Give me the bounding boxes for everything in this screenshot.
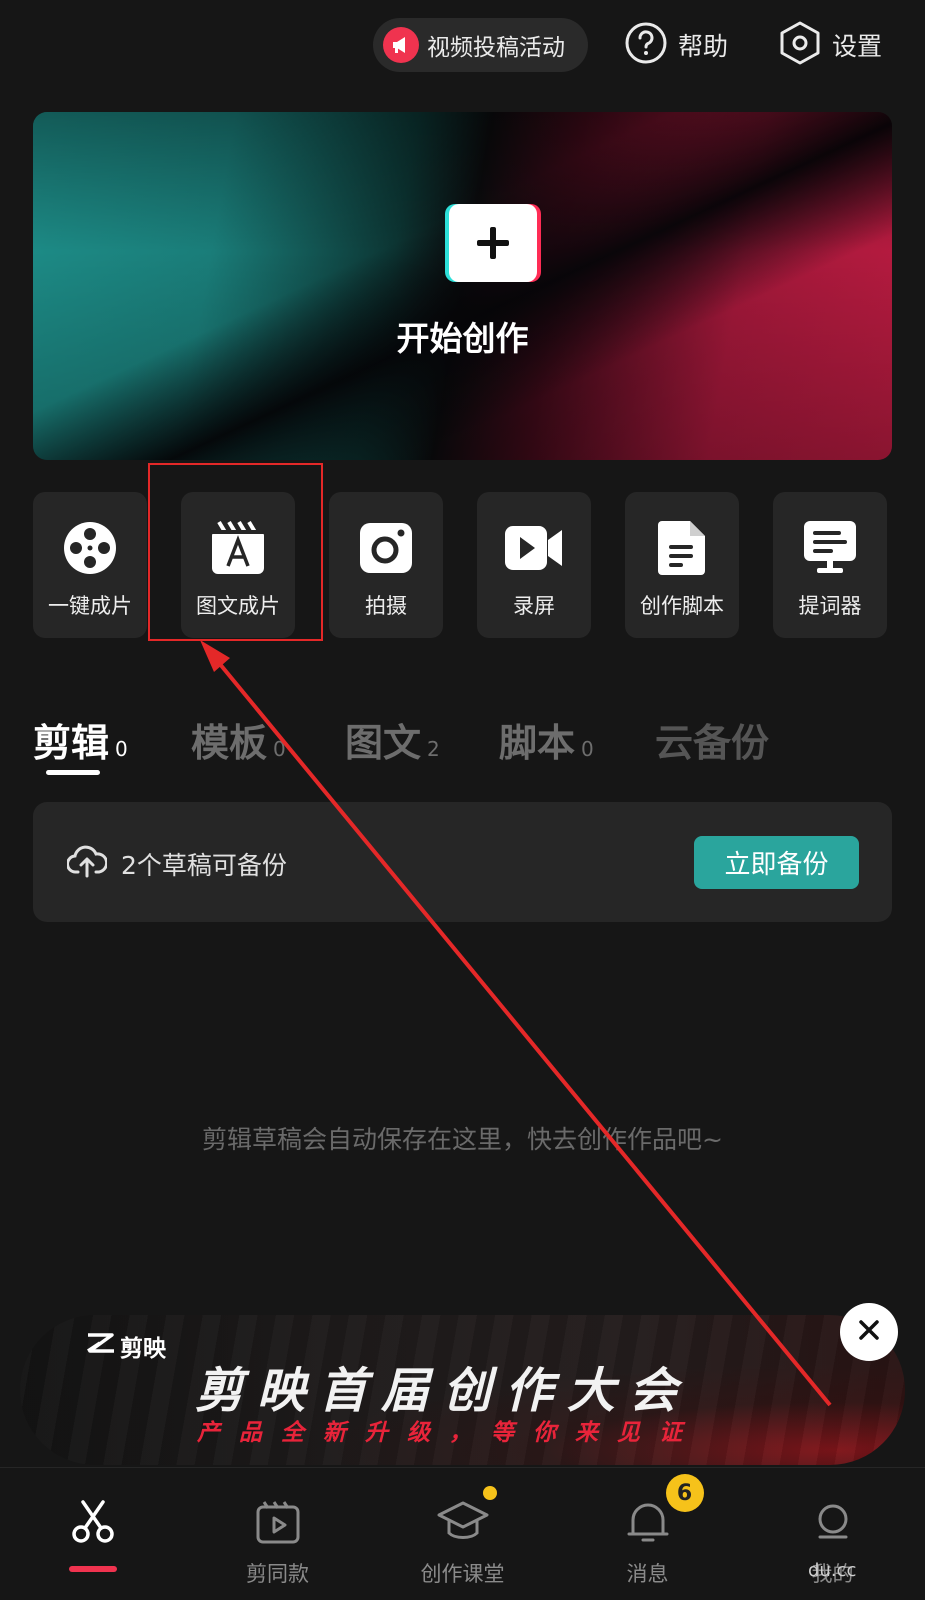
script-doc-icon	[652, 518, 712, 578]
banner-subline: 产品全新升级，等你来见证	[197, 1420, 701, 1446]
close-icon	[857, 1318, 881, 1346]
tab-label: 脚本	[499, 721, 576, 765]
gear-hexagon-icon	[778, 20, 822, 70]
watermark-text: du.cc	[808, 1560, 857, 1581]
tool-text-to-video[interactable]: 图文成片	[181, 492, 295, 638]
hero-shade	[33, 112, 892, 460]
bottom-nav: 剪同款 创作课堂 6 消息 我的	[0, 1467, 925, 1600]
teleprompter-icon	[800, 518, 860, 578]
nav-active-indicator	[68, 1566, 117, 1572]
start-creating-card[interactable]: 开始创作	[33, 112, 892, 460]
nav-templates[interactable]: 剪同款	[185, 1468, 370, 1600]
top-bar: 视频投稿活动 帮助 设置	[0, 0, 925, 95]
banner-brand: 剪映	[86, 1329, 166, 1363]
profile-icon	[807, 1496, 859, 1548]
clapper-text-icon	[208, 518, 268, 578]
tool-camera[interactable]: 拍摄	[329, 492, 443, 638]
tab-label: 云备份	[655, 721, 770, 765]
bell-icon: 6	[622, 1474, 704, 1548]
nav-label: 消息	[626, 1562, 669, 1586]
tool-label: 创作脚本	[640, 594, 724, 618]
draft-tabs: 剪辑 0 模板 0 图文 2 脚本 0 云备份	[33, 712, 892, 782]
banner-headline: 剪映首届创作大会	[195, 1363, 692, 1419]
cloud-upload-icon	[66, 844, 109, 882]
new-content-dot	[482, 1486, 497, 1500]
camera-icon	[356, 518, 416, 578]
help-button[interactable]: 帮助	[624, 22, 728, 68]
tool-grid: 一键成片 图文成片 拍摄 录屏 创作脚本 提词器	[33, 492, 892, 638]
backup-card: 2个草稿可备份 立即备份	[33, 802, 892, 922]
tool-label: 录屏	[513, 594, 555, 618]
graduation-cap-icon	[437, 1486, 497, 1548]
tool-screen-record[interactable]: 录屏	[477, 492, 591, 638]
tab-count: 0	[115, 737, 128, 761]
tab-edit[interactable]: 剪辑 0	[33, 712, 128, 767]
tab-label: 剪辑	[33, 721, 110, 765]
backup-text: 2个草稿可备份	[121, 851, 287, 880]
hero-title: 开始创作	[396, 319, 529, 358]
film-reel-icon	[60, 518, 120, 578]
banner-brand-label: 剪映	[120, 1336, 166, 1362]
nav-label: 创作课堂	[420, 1562, 505, 1586]
tool-label: 图文成片	[196, 594, 280, 618]
promo-banner[interactable]: 剪映 剪映首届创作大会 产品全新升级，等你来见证	[20, 1315, 905, 1465]
capcut-logo-icon	[86, 1332, 116, 1360]
tab-count: 0	[581, 737, 594, 761]
scissors-icon	[67, 1496, 119, 1548]
tab-script[interactable]: 脚本 0	[499, 712, 594, 767]
settings-button[interactable]: 设置	[778, 20, 883, 70]
settings-label: 设置	[832, 32, 883, 61]
tool-label: 一键成片	[48, 594, 132, 618]
question-circle-icon	[624, 21, 668, 69]
tab-label: 模板	[191, 721, 268, 765]
message-count-badge: 6	[665, 1474, 704, 1512]
tool-label: 提词器	[798, 594, 862, 618]
tab-graphic-text[interactable]: 图文 2	[345, 712, 440, 767]
tool-label: 拍摄	[365, 594, 407, 618]
plus-icon	[449, 204, 537, 282]
tool-teleprompter[interactable]: 提词器	[773, 492, 887, 638]
tab-label: 图文	[345, 721, 422, 765]
tab-template[interactable]: 模板 0	[191, 712, 286, 767]
nav-label: 剪同款	[246, 1562, 309, 1586]
new-project-button[interactable]	[445, 204, 541, 282]
template-play-icon	[252, 1496, 304, 1548]
megaphone-icon	[383, 27, 419, 63]
tool-creation-script[interactable]: 创作脚本	[625, 492, 739, 638]
banner-close-button[interactable]	[840, 1303, 898, 1361]
tab-count: 0	[273, 737, 286, 761]
backup-now-button[interactable]: 立即备份	[694, 836, 859, 889]
tab-cloud-backup[interactable]: 云备份	[655, 712, 769, 767]
help-label: 帮助	[678, 32, 729, 61]
video-submission-label: 视频投稿活动	[427, 35, 565, 61]
video-record-icon	[504, 518, 564, 578]
nav-classroom[interactable]: 创作课堂	[370, 1468, 555, 1600]
tool-one-click-video[interactable]: 一键成片	[33, 492, 147, 638]
video-submission-button[interactable]: 视频投稿活动	[373, 18, 588, 72]
active-tab-indicator	[46, 770, 100, 775]
empty-drafts-hint: 剪辑草稿会自动保存在这里，快去创作作品吧~	[202, 1125, 723, 1154]
nav-edit[interactable]	[0, 1468, 185, 1600]
nav-messages[interactable]: 6 消息	[555, 1468, 740, 1600]
tab-count: 2	[427, 737, 440, 761]
